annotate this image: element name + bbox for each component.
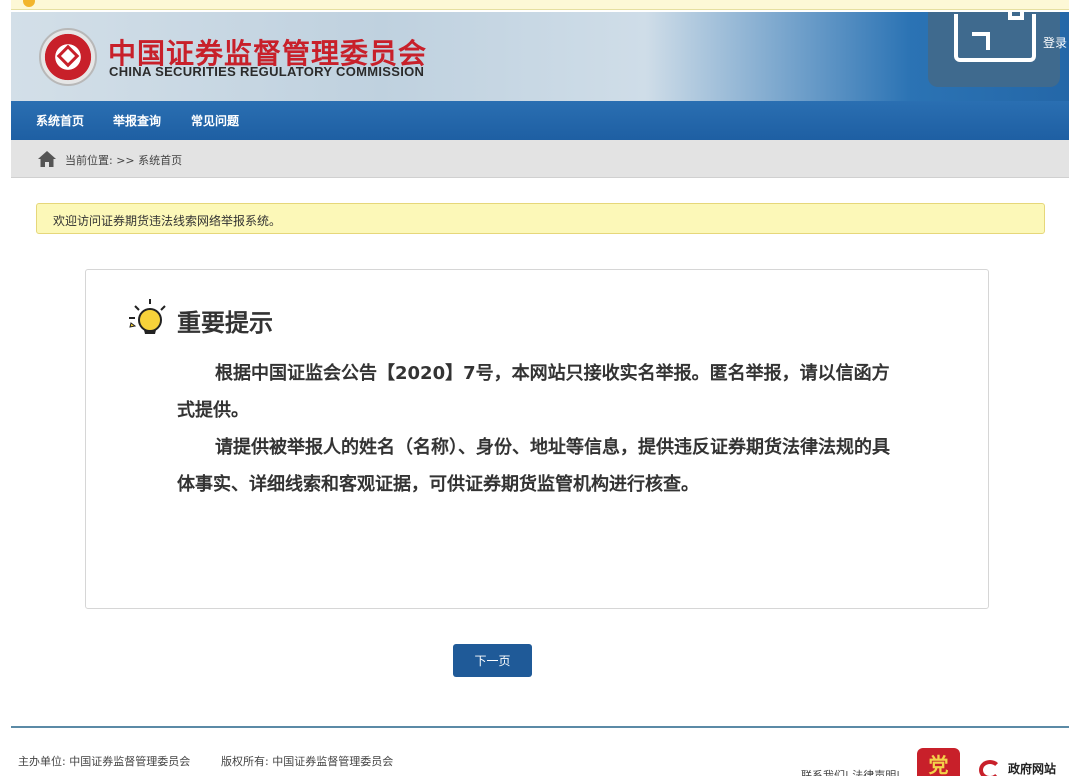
login-panel-icon[interactable] [928,12,1060,87]
nav-item-report-query[interactable]: 举报查询 [113,112,161,129]
top-warning-strip [11,0,1069,10]
footer-host-value: 中国证券监督管理委员会 [69,755,191,768]
lightbulb-icon [129,299,166,334]
main-nav: 系统首页 举报查询 常见问题 [11,101,1069,140]
gov-site-label: 政府网站 [1008,762,1057,776]
csrc-seal-logo [39,28,97,86]
gov-site-icon [979,760,1001,776]
notice-paragraph-2: 请提供被举报人的姓名（名称）、身份、地址等信息，提供违反证券期货法律法规的具体事… [177,437,890,495]
gov-site-badge[interactable]: 政府网站 [979,758,1061,776]
breadcrumb-current[interactable]: 系统首页 [138,154,182,167]
home-icon[interactable] [37,150,57,168]
footer-contact-links[interactable]: 联系我们| 法律声明| [801,767,900,776]
party-org-badge-icon[interactable]: 党 [917,748,960,776]
nav-item-home[interactable]: 系统首页 [36,112,84,129]
footer-copyright-value: 中国证券监督管理委员会 [272,755,394,768]
breadcrumb: 当前位置: >> 系统首页 [11,140,1069,178]
site-header: 中国证券监督管理委员会 CHINA SECURITIES REGULATORY … [11,12,1069,101]
nav-item-faq[interactable]: 常见问题 [191,112,239,129]
org-name-en: CHINA SECURITIES REGULATORY COMMISSION [109,64,425,79]
login-link[interactable]: 登录 [1043,34,1067,51]
welcome-notice-text: 欢迎访问证券期货违法线索网络举报系统。 [53,214,282,228]
notice-paragraph-1: 根据中国证监会公告【2020】7号，本网站只接收实名举报。匿名举报，请以信函方式… [177,363,890,421]
footer-copyright-label: 版权所有: [221,755,269,768]
warning-dot-icon [23,0,35,7]
footer-host-label: 主办单位: [18,755,66,768]
breadcrumb-separator: >> [116,154,135,167]
next-page-button[interactable]: 下一页 [453,644,532,677]
notice-card-title: 重要提示 [177,309,273,337]
site-footer: 主办单位: 中国证券监督管理委员会 版权所有: 中国证券监督管理委员会 联系我们… [11,726,1069,776]
breadcrumb-prefix: 当前位置: [65,154,113,167]
important-notice-card: 重要提示 根据中国证监会公告【2020】7号，本网站只接收实名举报。匿名举报，请… [85,269,989,609]
welcome-notice: 欢迎访问证券期货违法线索网络举报系统。 [36,203,1045,234]
